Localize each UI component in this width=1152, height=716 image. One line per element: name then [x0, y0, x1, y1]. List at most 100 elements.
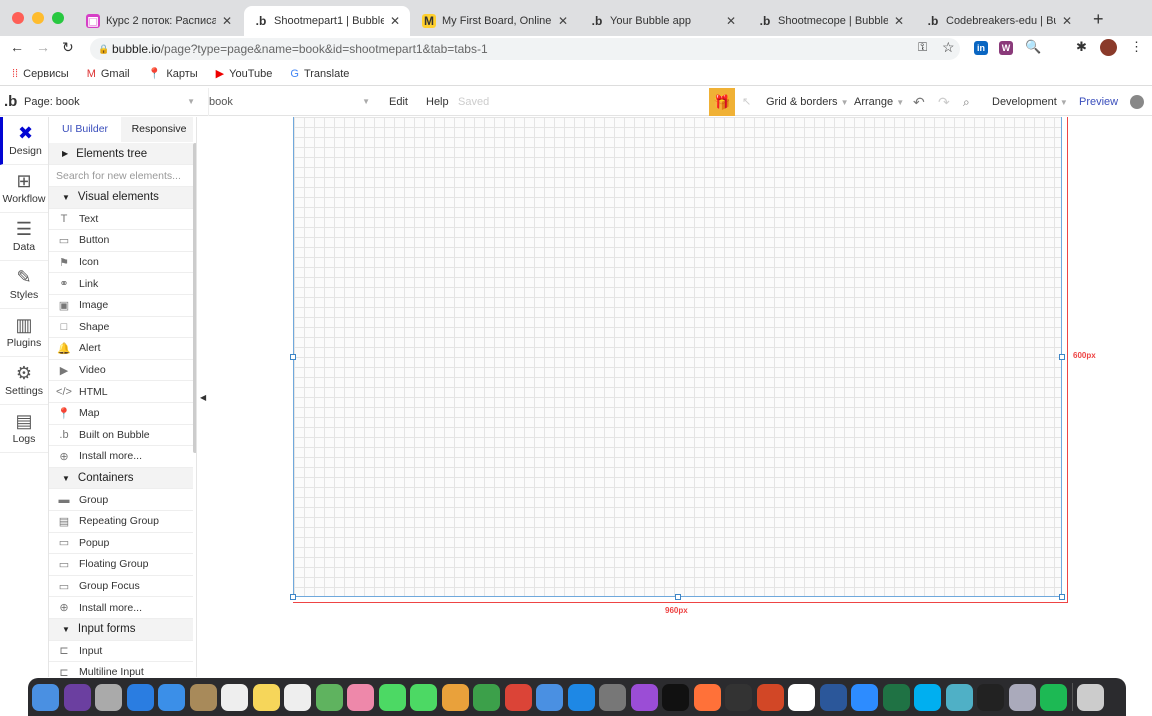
dock-app-icon[interactable] [851, 683, 878, 711]
browser-tab[interactable]: ▣Курс 2 поток: Расписание✕ [76, 6, 242, 36]
bookmark[interactable]: 📍 Карты [148, 67, 198, 81]
menu-icon[interactable]: ⋮ [1130, 39, 1143, 55]
dock-app-icon[interactable] [441, 683, 469, 711]
element-item[interactable]: T Text [49, 209, 193, 231]
element-item[interactable]: ⚑ Icon [49, 252, 193, 274]
elements-tree-toggle[interactable]: ▶ Elements tree [49, 143, 193, 165]
account-icon[interactable] [1130, 95, 1144, 109]
nav-workflow[interactable]: ⊞ Workflow [0, 165, 48, 213]
close-window-button[interactable] [12, 12, 24, 24]
nav-design[interactable]: ✖ Design [0, 117, 48, 165]
bookmark[interactable]: M Gmail [87, 68, 130, 80]
dock-app-icon[interactable] [63, 683, 91, 711]
dock-app-icon[interactable] [693, 683, 721, 711]
dock-app-icon[interactable] [189, 683, 217, 711]
minimize-window-button[interactable] [32, 12, 44, 24]
dock-app-icon[interactable] [567, 683, 595, 711]
dock-app-icon[interactable] [504, 683, 532, 711]
element-item[interactable]: ▬ Group [49, 489, 193, 511]
resize-handle[interactable] [675, 594, 681, 600]
resize-handle[interactable] [290, 354, 296, 360]
element-item[interactable]: ⊕ Install more... [49, 597, 193, 619]
element-item[interactable]: ▶ Video [49, 360, 193, 382]
dock-app-icon[interactable] [536, 683, 563, 711]
close-icon[interactable]: ✕ [558, 14, 568, 28]
cursor-icon[interactable]: ↖ [742, 88, 751, 116]
forward-icon[interactable]: → [36, 39, 50, 55]
nav-plugins[interactable]: ▥ Plugins [0, 309, 48, 357]
version-select[interactable]: Development ▼ [992, 88, 1068, 116]
element-item[interactable]: ⚭ Link [49, 273, 193, 295]
tab-responsive[interactable]: Responsive [121, 117, 196, 142]
element-item[interactable]: 📍 Map [49, 403, 193, 425]
extension-icon[interactable]: W [999, 41, 1013, 55]
resize-handle[interactable] [290, 594, 296, 600]
dock-app-icon[interactable] [599, 683, 626, 711]
element-item[interactable]: □ Shape [49, 317, 193, 339]
close-icon[interactable]: ✕ [390, 14, 400, 28]
grid-borders-menu[interactable]: Grid & borders ▼ [766, 88, 849, 116]
dock-app-icon[interactable] [1040, 683, 1067, 711]
dock-app-icon[interactable] [788, 683, 815, 711]
bookmark[interactable]: G Translate [290, 68, 349, 80]
browser-tab[interactable]: .bShootmecope | Bubble Editor✕ [748, 6, 914, 36]
star-icon[interactable]: ☆ [942, 39, 955, 56]
nav-settings[interactable]: ⚙ Settings [0, 357, 48, 405]
dock-app-icon[interactable] [158, 683, 185, 711]
dock-app-icon[interactable] [1008, 683, 1036, 711]
dock-app-icon[interactable] [977, 683, 1004, 711]
dock-app-icon[interactable] [945, 683, 973, 711]
close-icon[interactable]: ✕ [222, 14, 232, 28]
reload-icon[interactable]: ↻ [62, 39, 74, 56]
maximize-window-button[interactable] [52, 12, 64, 24]
dock-app-icon[interactable] [1077, 683, 1104, 711]
element-item[interactable]: </> HTML [49, 381, 193, 403]
nav-styles[interactable]: ✎ Styles [0, 261, 48, 309]
dock-app-icon[interactable] [914, 683, 941, 711]
collapse-panel-icon[interactable]: ◀ [200, 393, 206, 402]
dock-app-icon[interactable] [315, 683, 343, 711]
dock-app-icon[interactable] [473, 683, 500, 711]
back-icon[interactable]: ← [10, 39, 24, 55]
element-item[interactable]: ▭ Button [49, 230, 193, 252]
close-icon[interactable]: ✕ [894, 14, 904, 28]
new-tab-button[interactable]: + [1093, 9, 1104, 30]
element-item[interactable]: ▣ Image [49, 295, 193, 317]
nav-data[interactable]: ☰ Data [0, 213, 48, 261]
element-item[interactable]: ⊏ Input [49, 641, 193, 663]
dock-app-icon[interactable] [221, 683, 248, 711]
element-select[interactable]: book ▼ [208, 88, 372, 116]
bubble-logo[interactable]: .b [4, 88, 17, 116]
section-input-forms[interactable]: ▼ Input forms [49, 619, 193, 641]
section-containers[interactable]: ▼ Containers [49, 467, 193, 490]
dock-app-icon[interactable] [378, 683, 406, 711]
dock-app-icon[interactable] [630, 683, 658, 711]
dock-app-icon[interactable] [126, 683, 154, 711]
dock-app-icon[interactable] [95, 683, 122, 711]
dock-app-icon[interactable] [410, 683, 437, 711]
preview-button[interactable]: Preview [1079, 88, 1118, 116]
puzzle-icon[interactable]: ✱ [1076, 39, 1087, 55]
element-item[interactable]: ▭ Floating Group [49, 554, 193, 576]
dock-app-icon[interactable] [347, 683, 374, 711]
dock-app-icon[interactable] [756, 683, 784, 711]
gift-icon[interactable]: 🎁 [709, 88, 735, 116]
resize-handle[interactable] [1059, 354, 1065, 360]
element-item[interactable]: ⊏ Multiline Input [49, 662, 193, 677]
page-select[interactable]: Page: book ▼ [24, 88, 199, 116]
browser-tab[interactable]: .b Your Bubble app ✕ [580, 6, 746, 36]
dock-app-icon[interactable] [819, 683, 847, 711]
element-item[interactable]: ▭ Group Focus [49, 576, 193, 598]
dock-app-icon[interactable] [32, 683, 59, 711]
linkedin-icon[interactable]: in [974, 41, 988, 55]
search-icon[interactable]: 🔍 [1025, 39, 1041, 55]
dock-app-icon[interactable] [882, 683, 910, 711]
key-icon[interactable]: ⚿ [918, 40, 927, 55]
section-visual-elements[interactable]: ▼ Visual elements [49, 187, 193, 209]
dock-app-icon[interactable] [252, 683, 280, 711]
arrange-menu[interactable]: Arrange ▼ [854, 88, 904, 116]
browser-tab-active[interactable]: .bShootmepart1 | Bubble Editor✕ [244, 6, 410, 36]
bookmark[interactable]: ▶ YouTube [216, 67, 273, 81]
avatar[interactable] [1100, 39, 1117, 56]
element-item[interactable]: .b Built on Bubble [49, 425, 193, 447]
